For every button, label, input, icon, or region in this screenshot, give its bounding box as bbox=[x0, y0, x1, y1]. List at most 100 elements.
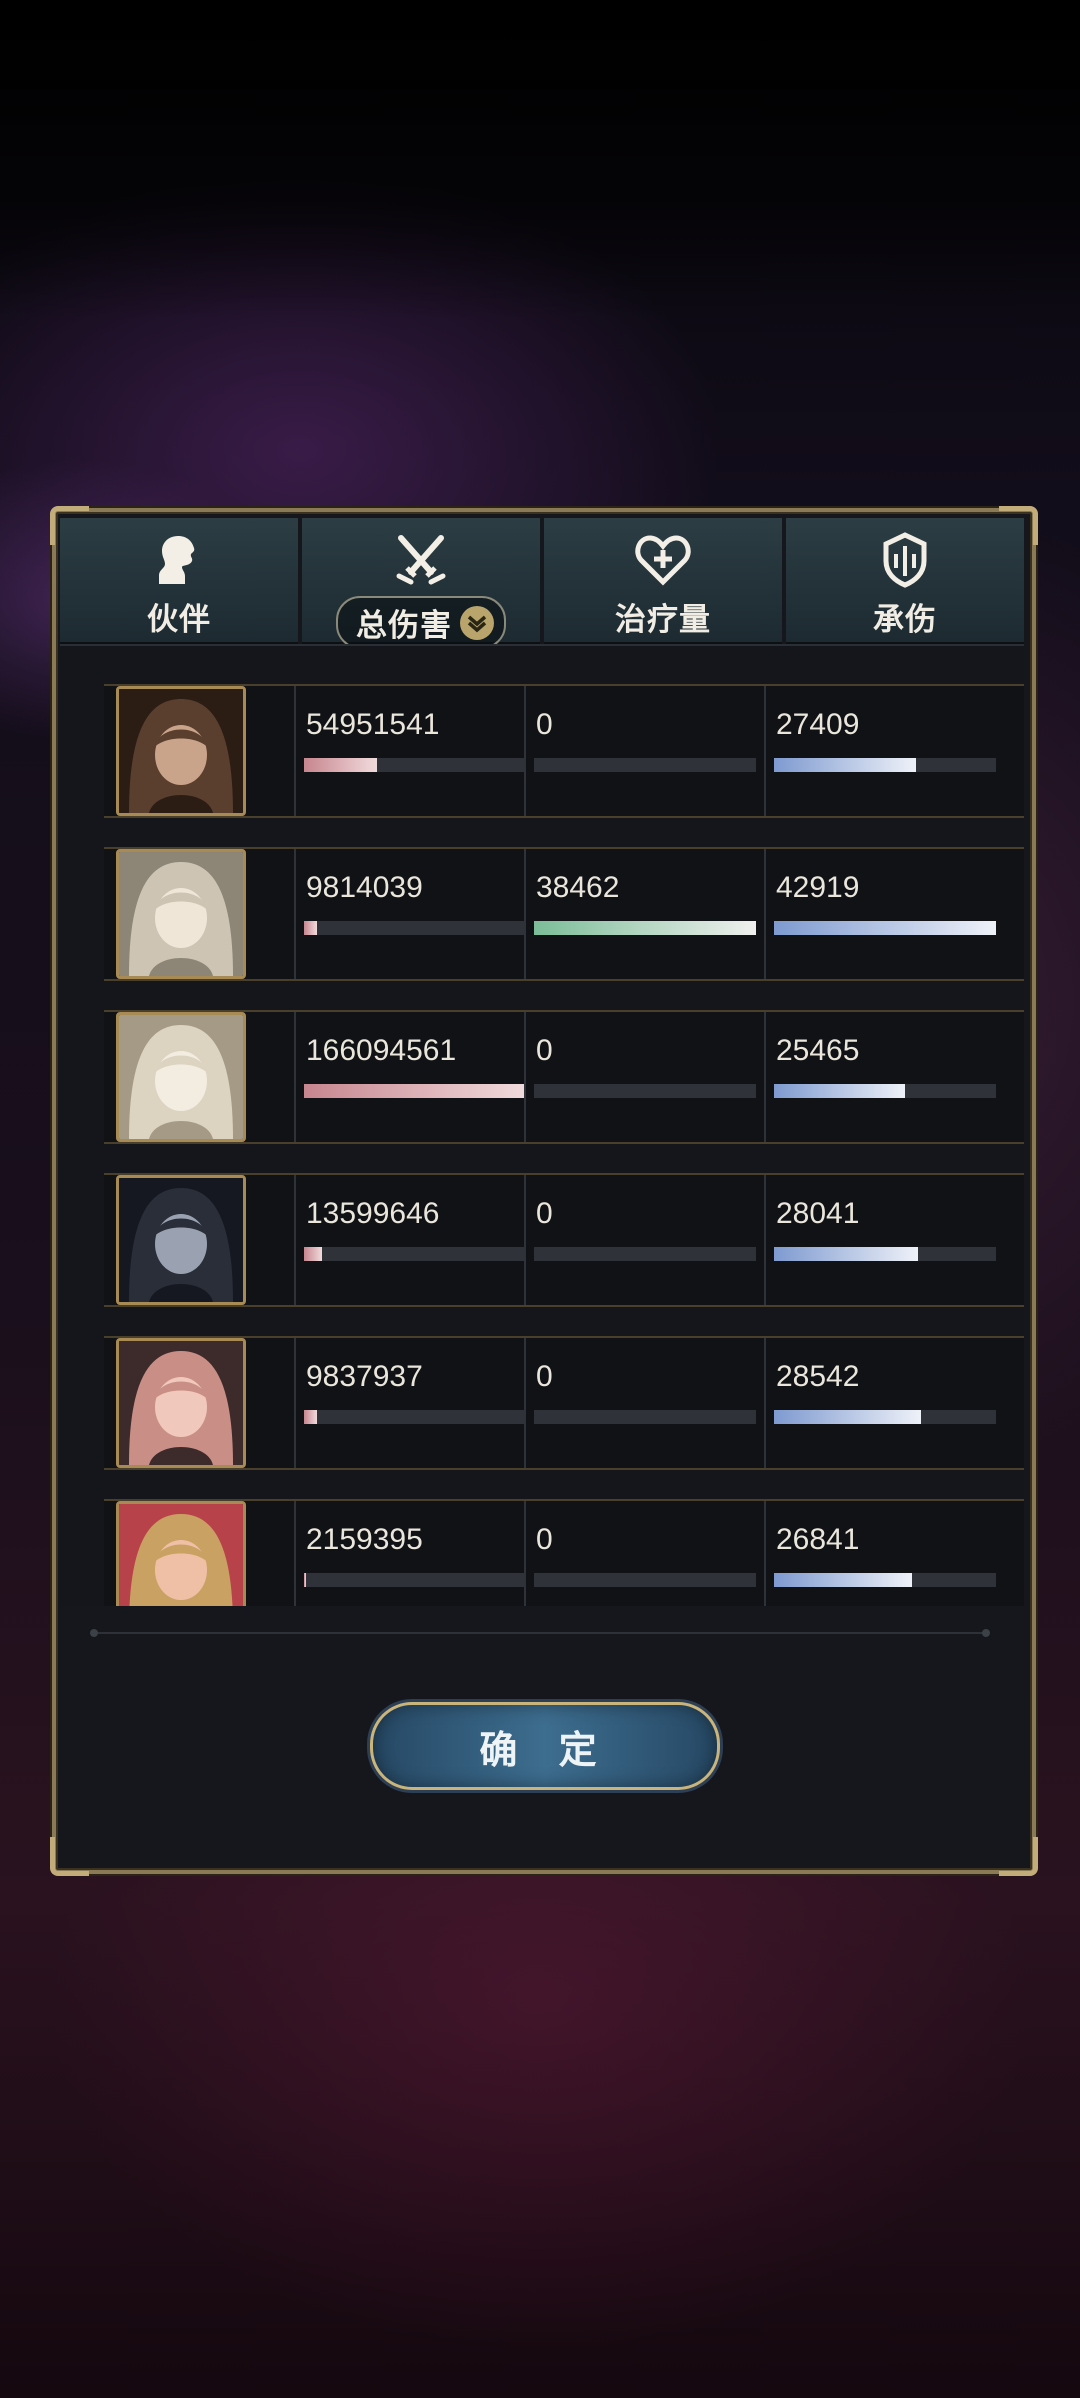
taken-bar-fill bbox=[774, 1084, 905, 1098]
tab-label: 伙伴 bbox=[147, 602, 211, 638]
damage-bar bbox=[304, 1410, 526, 1424]
damage-value: 54951541 bbox=[306, 708, 440, 741]
taken-value: 28041 bbox=[776, 1197, 860, 1230]
healing-value: 0 bbox=[536, 1197, 553, 1230]
damage-sort-dropdown[interactable]: 总伤害 bbox=[336, 596, 506, 649]
taken-value: 26841 bbox=[776, 1523, 860, 1556]
frame-corner bbox=[999, 1837, 1038, 1876]
taken-value: 42919 bbox=[776, 871, 860, 904]
stat-cell-healing: 0 bbox=[524, 1338, 764, 1468]
healing-value: 0 bbox=[536, 708, 553, 741]
list-item: 9837937 0 28542 bbox=[104, 1336, 1024, 1470]
silhouette-icon bbox=[151, 532, 207, 588]
stat-cell-taken: 26841 bbox=[764, 1501, 1006, 1606]
tab-total-damage[interactable]: 总伤害 bbox=[302, 518, 540, 649]
list-item: 2159395 0 26841 bbox=[104, 1499, 1024, 1606]
damage-bar bbox=[304, 1247, 526, 1261]
stat-cell-taken: 42919 bbox=[764, 849, 1006, 979]
stats-header: 伙伴 总伤害 治疗量 承伤 bbox=[60, 518, 1024, 649]
healing-value: 0 bbox=[536, 1360, 553, 1393]
tab-label: 总伤害 bbox=[356, 608, 452, 644]
stat-cell-damage: 166094561 bbox=[294, 1012, 534, 1142]
taken-value: 28542 bbox=[776, 1360, 860, 1393]
damage-value: 166094561 bbox=[306, 1034, 457, 1067]
stat-cell-damage: 13599646 bbox=[294, 1175, 534, 1305]
taken-bar bbox=[774, 1247, 996, 1261]
damage-bar bbox=[304, 1084, 526, 1098]
partner-avatar[interactable] bbox=[116, 686, 246, 816]
confirm-button[interactable]: 确 定 bbox=[370, 1702, 720, 1790]
partner-avatar[interactable] bbox=[116, 1501, 246, 1606]
healing-bar bbox=[534, 921, 756, 935]
partner-stats-list[interactable]: 54951541 0 27409 9814039 38462 42919 166094561… bbox=[60, 644, 1024, 1606]
damage-bar bbox=[304, 1573, 526, 1587]
damage-value: 9814039 bbox=[306, 871, 423, 904]
healing-bar bbox=[534, 1410, 756, 1424]
taken-bar-fill bbox=[774, 1410, 921, 1424]
stat-cell-healing: 38462 bbox=[524, 849, 764, 979]
healing-bar bbox=[534, 1247, 756, 1261]
stat-cell-damage: 2159395 bbox=[294, 1501, 534, 1606]
tab-damage-taken[interactable]: 承伤 bbox=[786, 518, 1024, 644]
list-item: 166094561 0 25465 bbox=[104, 1010, 1024, 1144]
damage-bar-fill bbox=[304, 1410, 318, 1424]
partner-avatar[interactable] bbox=[116, 849, 246, 979]
partner-avatar[interactable] bbox=[116, 1012, 246, 1142]
list-item: 54951541 0 27409 bbox=[104, 684, 1024, 818]
healing-bar bbox=[534, 1573, 756, 1587]
tab-label: 承伤 bbox=[873, 602, 937, 638]
healing-bar bbox=[534, 1084, 756, 1098]
frame-corner bbox=[50, 1837, 89, 1876]
tab-healing[interactable]: 治疗量 bbox=[544, 518, 782, 644]
stat-cell-damage: 9837937 bbox=[294, 1338, 534, 1468]
stat-cell-healing: 0 bbox=[524, 1175, 764, 1305]
taken-bar-fill bbox=[774, 921, 996, 935]
tab-label: 治疗量 bbox=[615, 602, 711, 638]
stat-cell-taken: 27409 bbox=[764, 686, 1006, 816]
chevron-down-icon bbox=[460, 605, 494, 640]
taken-bar-fill bbox=[774, 1573, 912, 1587]
stat-cell-taken: 28542 bbox=[764, 1338, 1006, 1468]
divider-end bbox=[90, 1629, 98, 1637]
tab-partner[interactable]: 伙伴 bbox=[60, 518, 298, 644]
taken-bar bbox=[774, 1573, 996, 1587]
healing-value: 0 bbox=[536, 1034, 553, 1067]
damage-bar bbox=[304, 921, 526, 935]
taken-value: 25465 bbox=[776, 1034, 860, 1067]
stat-cell-healing: 0 bbox=[524, 1501, 764, 1606]
healing-bar-fill bbox=[534, 921, 756, 935]
damage-bar-fill bbox=[304, 921, 318, 935]
partner-avatar[interactable] bbox=[116, 1175, 246, 1305]
background-vignette bbox=[0, 0, 1080, 320]
damage-bar-fill bbox=[304, 1084, 526, 1098]
taken-bar bbox=[774, 758, 996, 772]
healing-value: 38462 bbox=[536, 871, 620, 904]
healing-value: 0 bbox=[536, 1523, 553, 1556]
damage-value: 13599646 bbox=[306, 1197, 440, 1230]
damage-bar bbox=[304, 758, 526, 772]
partner-avatar[interactable] bbox=[116, 1338, 246, 1468]
heart-plus-icon bbox=[635, 532, 691, 588]
stat-cell-taken: 28041 bbox=[764, 1175, 1006, 1305]
damage-value: 9837937 bbox=[306, 1360, 423, 1393]
battle-stats-panel: 伙伴 总伤害 治疗量 承伤 54951541 0 27409 9814039 3… bbox=[50, 506, 1038, 1876]
taken-bar bbox=[774, 921, 996, 935]
taken-bar-fill bbox=[774, 1247, 919, 1261]
healing-bar bbox=[534, 758, 756, 772]
damage-bar-fill bbox=[304, 1573, 307, 1587]
stat-cell-taken: 25465 bbox=[764, 1012, 1006, 1142]
divider-end bbox=[982, 1629, 990, 1637]
stat-cell-healing: 0 bbox=[524, 686, 764, 816]
list-item: 13599646 0 28041 bbox=[104, 1173, 1024, 1307]
taken-bar bbox=[774, 1084, 996, 1098]
crossed-swords-icon bbox=[393, 532, 449, 588]
damage-value: 2159395 bbox=[306, 1523, 423, 1556]
taken-value: 27409 bbox=[776, 708, 860, 741]
stat-cell-healing: 0 bbox=[524, 1012, 764, 1142]
taken-bar bbox=[774, 1410, 996, 1424]
stat-cell-damage: 54951541 bbox=[294, 686, 534, 816]
list-item: 9814039 38462 42919 bbox=[104, 847, 1024, 981]
confirm-label: 确 定 bbox=[479, 1726, 611, 1772]
taken-bar-fill bbox=[774, 758, 917, 772]
damage-bar-fill bbox=[304, 758, 378, 772]
